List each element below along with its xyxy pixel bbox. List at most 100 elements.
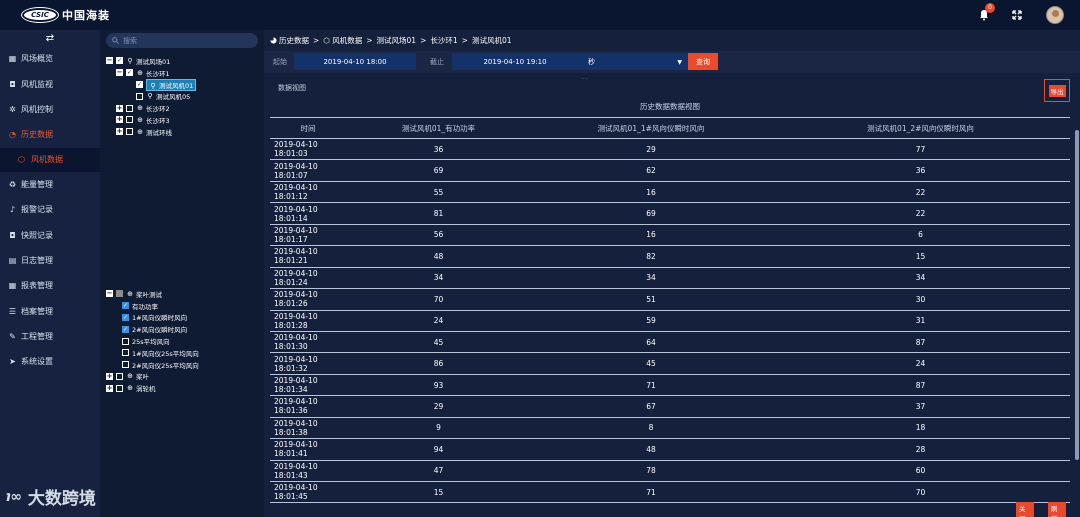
ring-icon: ⊕ xyxy=(137,68,143,77)
checkbox[interactable] xyxy=(126,128,133,136)
checkbox[interactable] xyxy=(122,337,129,345)
tree-node-vane2[interactable]: ✓ 2#风向仪瞬时风向 xyxy=(106,323,262,335)
tree-node-avg25[interactable]: 25s平均风向 xyxy=(106,335,262,347)
tree-node-turbine05[interactable]: ⚲ 测试风机05 xyxy=(106,90,262,102)
checkbox[interactable] xyxy=(116,290,123,298)
table-cell: 48 xyxy=(531,438,771,461)
collapse-menu-icon[interactable]: ⇄ xyxy=(0,30,100,46)
checkbox[interactable] xyxy=(116,372,123,380)
end-time-input[interactable]: 2019-04-10 19:10 xyxy=(452,53,578,70)
table-row[interactable]: 2019-04-10 18:01:32 86 45 24 xyxy=(270,352,1070,375)
query-button[interactable]: 查询 xyxy=(688,53,718,70)
sidebar-item-project[interactable]: ✎ 工程管理 xyxy=(0,324,100,349)
expand-toggle-icon[interactable]: + xyxy=(106,384,113,392)
sidebar-item-log[interactable]: ▤ 日志管理 xyxy=(0,248,100,273)
sidebar-item-energy[interactable]: ♻ 能量管理 xyxy=(0,172,100,197)
breadcrumb-item[interactable]: 长沙环1 xyxy=(430,35,457,46)
sidebar-item-archive[interactable]: ☰ 档案管理 xyxy=(0,299,100,324)
table-row[interactable]: 2019-04-10 18:01:30 45 64 87 xyxy=(270,331,1070,354)
sidebar-item-monitor[interactable]: ◘ 风机监视 xyxy=(0,71,100,96)
column-header[interactable]: 测试风机01_1#风向仪瞬时风向 xyxy=(531,117,771,139)
checkbox[interactable] xyxy=(116,384,123,392)
table-row[interactable]: 2019-04-10 18:01:07 69 62 36 xyxy=(270,159,1070,182)
expand-toggle-icon[interactable]: + xyxy=(116,128,123,136)
tree-node-test-line[interactable]: + ⊕ 测试环线 xyxy=(106,126,262,138)
tree-node-vane2-avg25[interactable]: 2#风向仪25s平均风向 xyxy=(106,359,262,371)
watermark: ℩∞ 大数跨境 xyxy=(6,488,96,510)
drag-handle-icon[interactable]: · · xyxy=(582,76,588,83)
collapse-toggle-icon[interactable]: − xyxy=(106,57,113,65)
checkbox[interactable] xyxy=(126,116,133,124)
user-avatar[interactable] xyxy=(1046,6,1064,24)
checkbox[interactable] xyxy=(122,361,129,369)
checkbox[interactable] xyxy=(126,104,133,112)
sidebar-item-alarm[interactable]: ♪ 报警记录 xyxy=(0,197,100,222)
collapse-toggle-icon[interactable]: − xyxy=(106,290,113,298)
sidebar-item-snapshot[interactable]: ◘ 快照记录 xyxy=(0,222,100,247)
tree-node-active-power[interactable]: ✓ 有功功率 xyxy=(106,300,262,312)
table-row[interactable]: 2019-04-10 18:01:34 93 71 87 xyxy=(270,374,1070,397)
breadcrumb-item[interactable]: 测试风场01 xyxy=(377,35,417,46)
tree-search-input[interactable]: 搜索 xyxy=(106,33,258,48)
breadcrumb-item[interactable]: 历史数据 xyxy=(279,35,309,46)
sidebar-item-overview[interactable]: ▦ 风场概览 xyxy=(0,46,100,71)
table-row[interactable]: 2019-04-10 18:01:14 81 69 22 xyxy=(270,202,1070,225)
sidebar-item-control[interactable]: ✲ 风机控制 xyxy=(0,97,100,122)
tree-node-farm[interactable]: − ✓ ⚲ 测试风场01 xyxy=(106,55,262,67)
table-row[interactable]: 2019-04-10 18:01:36 29 67 37 xyxy=(270,395,1070,418)
expand-toggle-icon[interactable]: + xyxy=(116,116,123,124)
table-cell: 67 xyxy=(531,395,771,418)
sidebar-item-settings[interactable]: ➤ 系统设置 xyxy=(0,349,100,374)
breadcrumb-item[interactable]: 测试风机01 xyxy=(472,35,512,46)
column-header[interactable]: 时间 xyxy=(270,117,346,139)
checkbox[interactable] xyxy=(122,349,129,357)
table-row[interactable]: 2019-04-10 18:01:45 15 71 70 xyxy=(270,481,1070,504)
unit-select[interactable]: 秒 ▼ xyxy=(578,53,688,70)
table-cell: 9 xyxy=(346,417,531,440)
checkbox[interactable]: ✓ xyxy=(122,302,129,310)
table-row[interactable]: 2019-04-10 18:01:38 9 8 18 xyxy=(270,417,1070,440)
checkbox[interactable] xyxy=(136,92,143,100)
table-row[interactable]: 2019-04-10 18:01:41 94 48 28 xyxy=(270,438,1070,461)
start-time-input[interactable]: 2019-04-10 18:00 xyxy=(294,53,416,70)
tree-node-ring1[interactable]: − ✓ ⊕ 长沙环1 xyxy=(106,67,262,79)
fullscreen-icon[interactable] xyxy=(1012,10,1022,20)
table-row[interactable]: 2019-04-10 18:01:03 36 29 77 xyxy=(270,138,1070,161)
table-row[interactable]: 2019-04-10 18:01:21 48 82 15 xyxy=(270,245,1070,268)
tree-node-vane1[interactable]: ✓ 1#风向仪瞬时风向 xyxy=(106,312,262,324)
expand-toggle-icon[interactable]: + xyxy=(116,104,123,112)
expand-toggle-icon[interactable]: + xyxy=(106,372,113,380)
table-row[interactable]: 2019-04-10 18:01:43 47 78 60 xyxy=(270,460,1070,483)
column-header[interactable]: 测试风机01_有功功率 xyxy=(346,117,531,139)
table-row[interactable]: 2019-04-10 18:01:24 34 34 34 xyxy=(270,267,1070,290)
tree-node-vane1-avg25[interactable]: 1#风向仪25s平均风向 xyxy=(106,347,262,359)
table-row[interactable]: 2019-04-10 18:01:26 70 51 30 xyxy=(270,288,1070,311)
refresh-button[interactable]: 刷新 xyxy=(1048,502,1066,517)
tree-node-blade[interactable]: + ⊕ 桨叶 xyxy=(106,371,262,383)
checkbox[interactable]: ✓ xyxy=(126,69,133,77)
sidebar-subitem-turbine-data[interactable]: ⬡ 风机数据 xyxy=(0,147,100,172)
tree-node-ring2[interactable]: + ⊕ 长沙环2 xyxy=(106,102,262,114)
column-header[interactable]: 测试风机01_2#风向仪瞬时风向 xyxy=(771,117,1070,139)
table-row[interactable]: 2019-04-10 18:01:17 56 16 6 xyxy=(270,224,1070,247)
checkbox[interactable]: ✓ xyxy=(116,57,123,65)
checkbox[interactable]: ✓ xyxy=(136,80,143,88)
tree-node-ring3[interactable]: + ⊕ 长沙环3 xyxy=(106,114,262,126)
sidebar-item-history[interactable]: ◔ 历史数据 xyxy=(0,122,100,147)
breadcrumb-item[interactable]: ⬡ 风机数据 xyxy=(323,35,362,46)
checkbox[interactable]: ✓ xyxy=(122,325,129,333)
table-cell: 31 xyxy=(771,310,1070,332)
sidebar-item-report[interactable]: ▦ 报表管理 xyxy=(0,273,100,298)
tree-node-turbine01[interactable]: ✓ ⚲ 测试风机01 xyxy=(106,78,262,91)
tree-node-blade-test[interactable]: − ⊕ 桨叶测试 xyxy=(106,288,262,300)
close-button[interactable]: 关闭 xyxy=(1016,502,1034,517)
export-button[interactable]: 导出 xyxy=(1044,79,1070,102)
vertical-scrollbar[interactable] xyxy=(1075,130,1079,460)
table-row[interactable]: 2019-04-10 18:01:12 55 16 22 xyxy=(270,181,1070,204)
table-cell: 62 xyxy=(531,159,771,182)
table-row[interactable]: 2019-04-10 18:01:28 24 59 31 xyxy=(270,310,1070,332)
tree-node-turbine-machine[interactable]: + ⊕ 涡轮机 xyxy=(106,382,262,394)
collapse-toggle-icon[interactable]: − xyxy=(116,69,123,77)
notification-bell-icon[interactable]: 0 xyxy=(978,3,995,21)
checkbox[interactable]: ✓ xyxy=(122,313,129,321)
